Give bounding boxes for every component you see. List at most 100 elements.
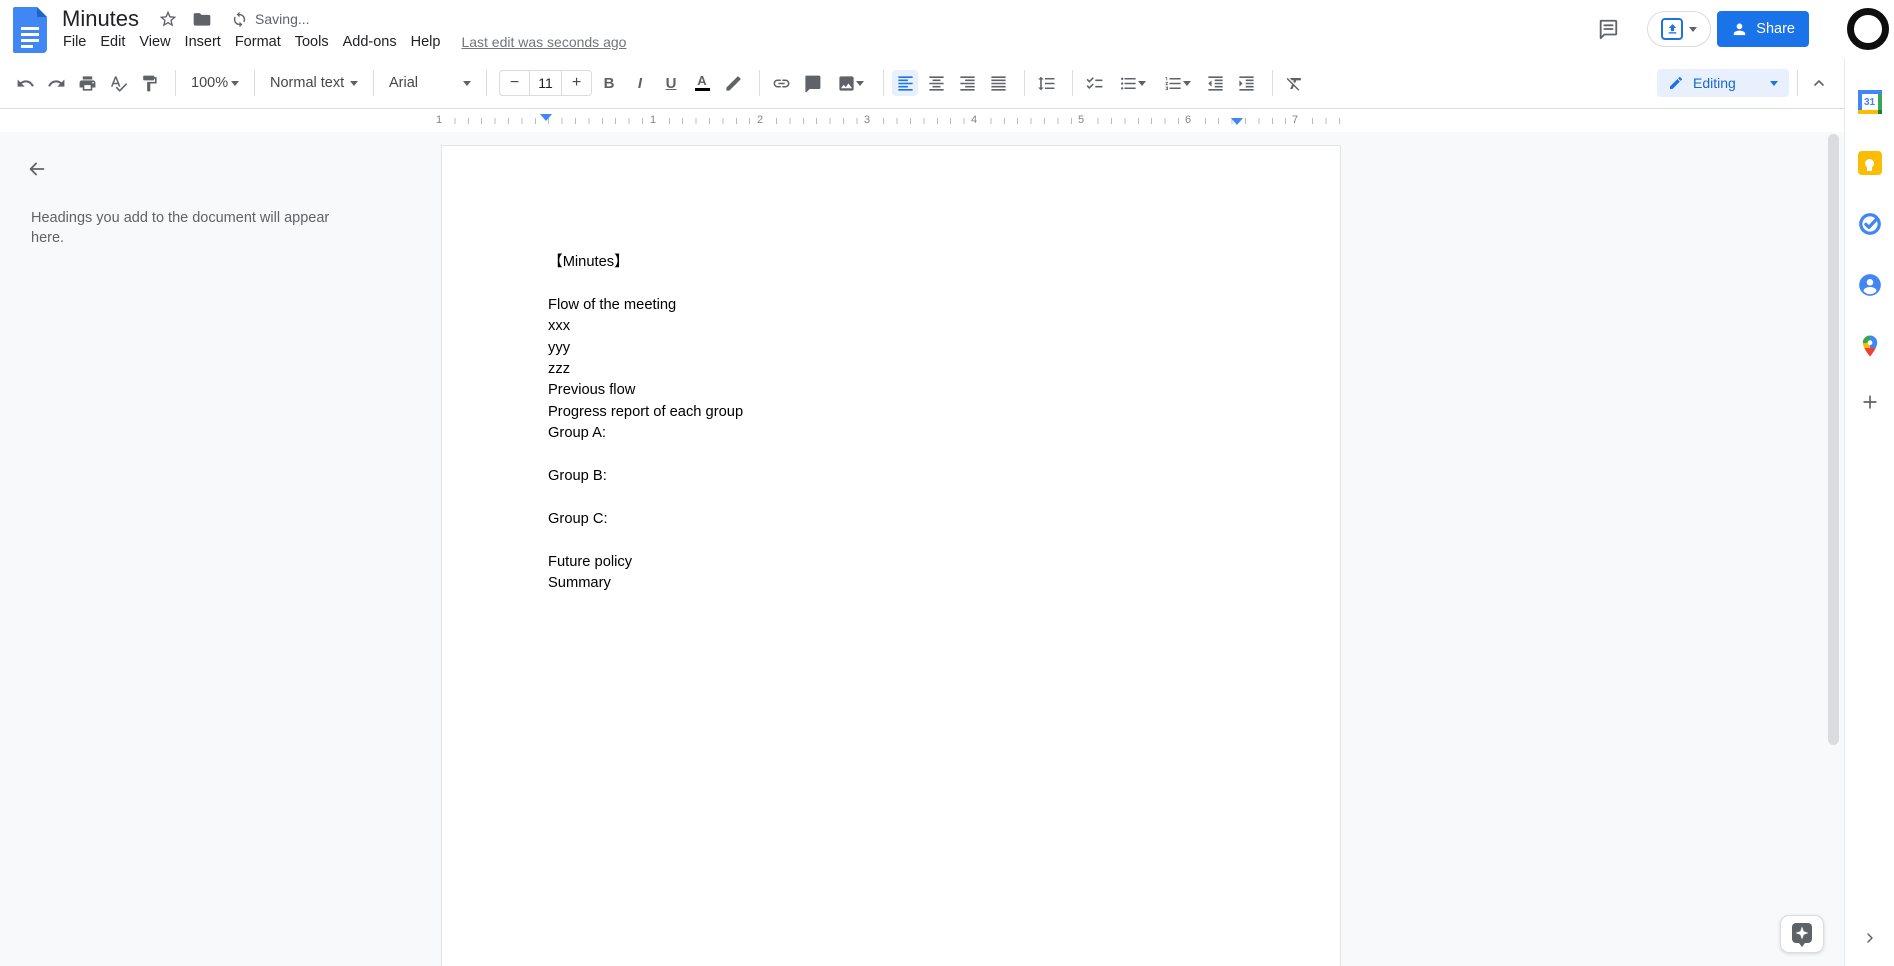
spelling-check-button[interactable] [105,70,131,96]
top-bar: Minutes Saving... File Edit View Insert … [0,0,1894,58]
chevron-down-icon [855,81,864,90]
editing-mode-button[interactable]: Editing [1657,69,1789,97]
divider [373,70,374,96]
italic-button[interactable]: I [627,70,653,96]
ruler-number: 6 [1180,113,1196,128]
paragraph-style-select[interactable]: Normal text [263,70,365,96]
doc-line[interactable]: Previous flow [548,380,1240,401]
print-button[interactable] [74,70,100,96]
menu-addons[interactable]: Add-ons [336,32,404,52]
bulleted-list-button[interactable] [1112,70,1152,96]
explore-sparkle-icon [1792,922,1812,947]
document-title[interactable]: Minutes [62,6,139,32]
justify-button[interactable] [985,70,1011,96]
menu-insert[interactable]: Insert [178,32,228,52]
menu-format[interactable]: Format [228,32,288,52]
doc-line[interactable]: Flow of the meeting [548,295,1240,316]
doc-line[interactable]: xxx [548,316,1240,337]
presentation-mode-button[interactable] [1647,11,1712,47]
line-spacing-button[interactable] [1033,70,1059,96]
increase-indent-button[interactable] [1233,70,1259,96]
doc-line[interactable]: Progress report of each group [548,402,1240,423]
left-indent-marker[interactable] [540,114,552,121]
google-tasks-icon[interactable] [1856,210,1884,238]
hide-side-panel-button[interactable] [1856,924,1884,952]
docs-logo-icon[interactable] [13,7,47,53]
align-right-button[interactable] [954,70,980,96]
explore-button[interactable] [1780,915,1824,953]
doc-line[interactable] [548,273,1240,294]
checklist-button[interactable] [1081,70,1107,96]
insert-link-button[interactable] [768,70,794,96]
decrease-font-size-button[interactable]: − [500,71,529,95]
align-center-button[interactable] [923,70,949,96]
share-button[interactable]: Share [1717,11,1809,47]
highlight-color-button[interactable] [720,70,746,96]
chevron-down-icon [350,81,358,90]
move-to-folder-icon[interactable] [191,8,213,30]
divider [759,70,760,96]
paragraph-style-value: Normal text [270,75,345,91]
doc-line[interactable]: Group A: [548,423,1240,444]
redo-button[interactable] [43,70,69,96]
menu-tools[interactable]: Tools [288,32,336,52]
increase-font-size-button[interactable]: + [562,71,591,95]
divider [883,70,884,96]
avatar[interactable] [1847,8,1889,50]
outline-placeholder: Headings you add to the document will ap… [31,210,330,246]
add-comment-button[interactable] [799,70,825,96]
doc-line[interactable]: zzz [548,359,1240,380]
clear-formatting-button[interactable] [1281,70,1307,96]
doc-line[interactable]: Group B: [548,466,1240,487]
back-arrow-icon [29,162,45,176]
vertical-scrollbar[interactable] [1828,134,1839,745]
plus-icon [1862,395,1877,409]
document-page[interactable]: 【Minutes】 Flow of the meeting xxx yyy zz… [441,145,1341,966]
chevron-down-icon [231,81,239,90]
doc-line[interactable] [548,487,1240,508]
menu-view[interactable]: View [132,32,177,52]
divider [486,70,487,96]
ruler-number: 1 [645,113,661,128]
google-maps-icon[interactable] [1856,332,1884,360]
bold-button[interactable]: B [596,70,622,96]
doc-line[interactable]: yyy [548,338,1240,359]
divider [1272,70,1273,96]
header-actions: Share [1593,0,1889,58]
doc-line[interactable] [548,445,1240,466]
doc-line[interactable]: Summary [548,573,1240,594]
menu-edit[interactable]: Edit [93,32,132,52]
hide-menus-button[interactable] [1806,70,1832,96]
chevron-down-icon [1182,81,1191,90]
google-contacts-icon[interactable] [1856,271,1884,299]
google-docs-app: Minutes Saving... File Edit View Insert … [0,0,1894,966]
insert-image-button[interactable] [830,70,870,96]
zoom-select[interactable]: 100% [184,70,246,96]
get-add-ons-button[interactable] [1856,388,1884,416]
doc-line[interactable]: Future policy [548,552,1240,573]
right-indent-marker[interactable] [1231,118,1243,125]
doc-line[interactable]: Group C: [548,509,1240,530]
doc-line[interactable]: 【Minutes】 [548,252,1240,273]
last-edit-link[interactable]: Last edit was seconds ago [461,34,626,50]
decrease-indent-button[interactable] [1202,70,1228,96]
close-outline-button[interactable] [22,154,52,184]
underline-button[interactable]: U [658,70,684,96]
font-size-value[interactable]: 11 [529,71,562,95]
ruler-number: 7 [1287,113,1303,128]
text-color-button[interactable]: A [689,70,715,96]
google-keep-icon[interactable] [1856,149,1884,177]
numbered-list-button[interactable] [1157,70,1197,96]
font-select[interactable]: Arial [382,70,478,96]
undo-button[interactable] [12,70,38,96]
doc-line[interactable] [548,530,1240,551]
horizontal-ruler: 1 1 2 3 4 5 6 7 [0,110,1844,132]
paint-format-button[interactable] [136,70,162,96]
menu-help[interactable]: Help [404,32,448,52]
comment-history-icon[interactable] [1593,14,1623,44]
star-icon[interactable] [157,8,179,30]
italic-icon: I [637,74,643,92]
align-left-button[interactable] [892,70,918,96]
menu-file[interactable]: File [56,32,93,52]
google-calendar-icon[interactable]: 31 [1856,88,1884,116]
